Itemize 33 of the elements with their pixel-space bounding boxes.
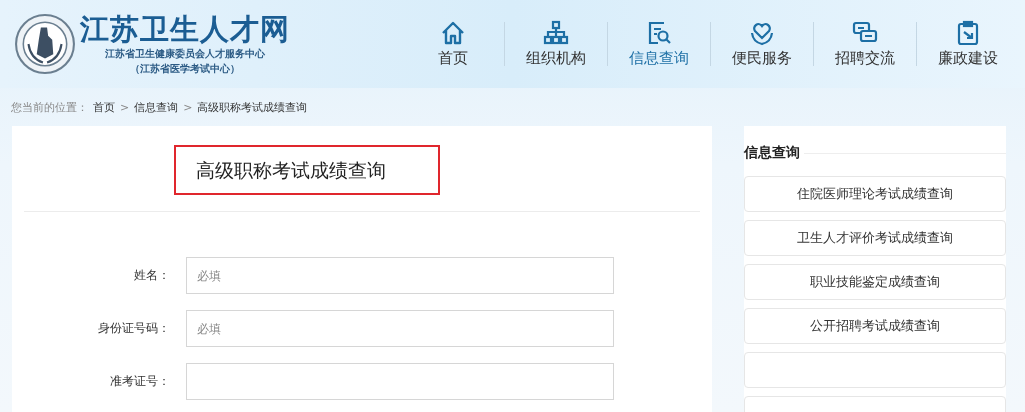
nav-item[interactable]: 招聘交流	[814, 20, 916, 68]
sidebar-heading: 信息查询	[744, 144, 800, 162]
input-field[interactable]: 必填	[186, 310, 614, 347]
sidebar-link[interactable]: 住院医师理论考试成绩查询	[744, 176, 1006, 212]
breadcrumb-link[interactable]: 信息查询	[134, 99, 179, 115]
field-label: 姓名：	[133, 267, 171, 284]
home-icon	[440, 20, 466, 46]
breadcrumb-link[interactable]: 高级职称考试成绩查询	[197, 99, 308, 115]
breadcrumb-separator: >	[183, 100, 193, 114]
breadcrumb-link[interactable]: 首页	[93, 99, 115, 115]
breadcrumb-separator: >	[120, 100, 130, 114]
nav-item[interactable]: 信息查询	[608, 20, 710, 68]
nav-item[interactable]: 廉政建设	[917, 20, 1019, 68]
emblem-icon	[14, 13, 76, 75]
site-subtitle: （江苏省医学考试中心）	[130, 62, 240, 76]
heart-hands-icon	[749, 20, 775, 46]
field-label: 身份证号码：	[97, 320, 171, 337]
input-field[interactable]: 必填	[186, 257, 614, 294]
breadcrumb-prefix: 您当前的位置：	[11, 99, 88, 115]
org-chart-icon	[543, 20, 569, 46]
site-title: 江苏卫生人才网	[80, 12, 290, 46]
site-subtitle: 江苏省卫生健康委员会人才服务中心	[105, 47, 265, 61]
sidebar-link[interactable]: 卫生人才评价考试成绩查询	[744, 220, 1006, 256]
sidebar-link[interactable]: 公开招聘考试成绩查询	[744, 308, 1006, 344]
clipboard-icon	[955, 20, 981, 46]
document-search-icon	[646, 20, 672, 46]
sidebar-link[interactable]: 职业技能鉴定成绩查询	[744, 264, 1006, 300]
nav-item[interactable]: 便民服务	[711, 20, 813, 68]
nav-item[interactable]: 组织机构	[505, 20, 607, 68]
field-label: 准考证号：	[109, 373, 171, 390]
input-field[interactable]	[186, 363, 614, 400]
nav-item[interactable]: 首页	[402, 20, 504, 68]
page-title: 高级职称考试成绩查询	[174, 145, 440, 195]
